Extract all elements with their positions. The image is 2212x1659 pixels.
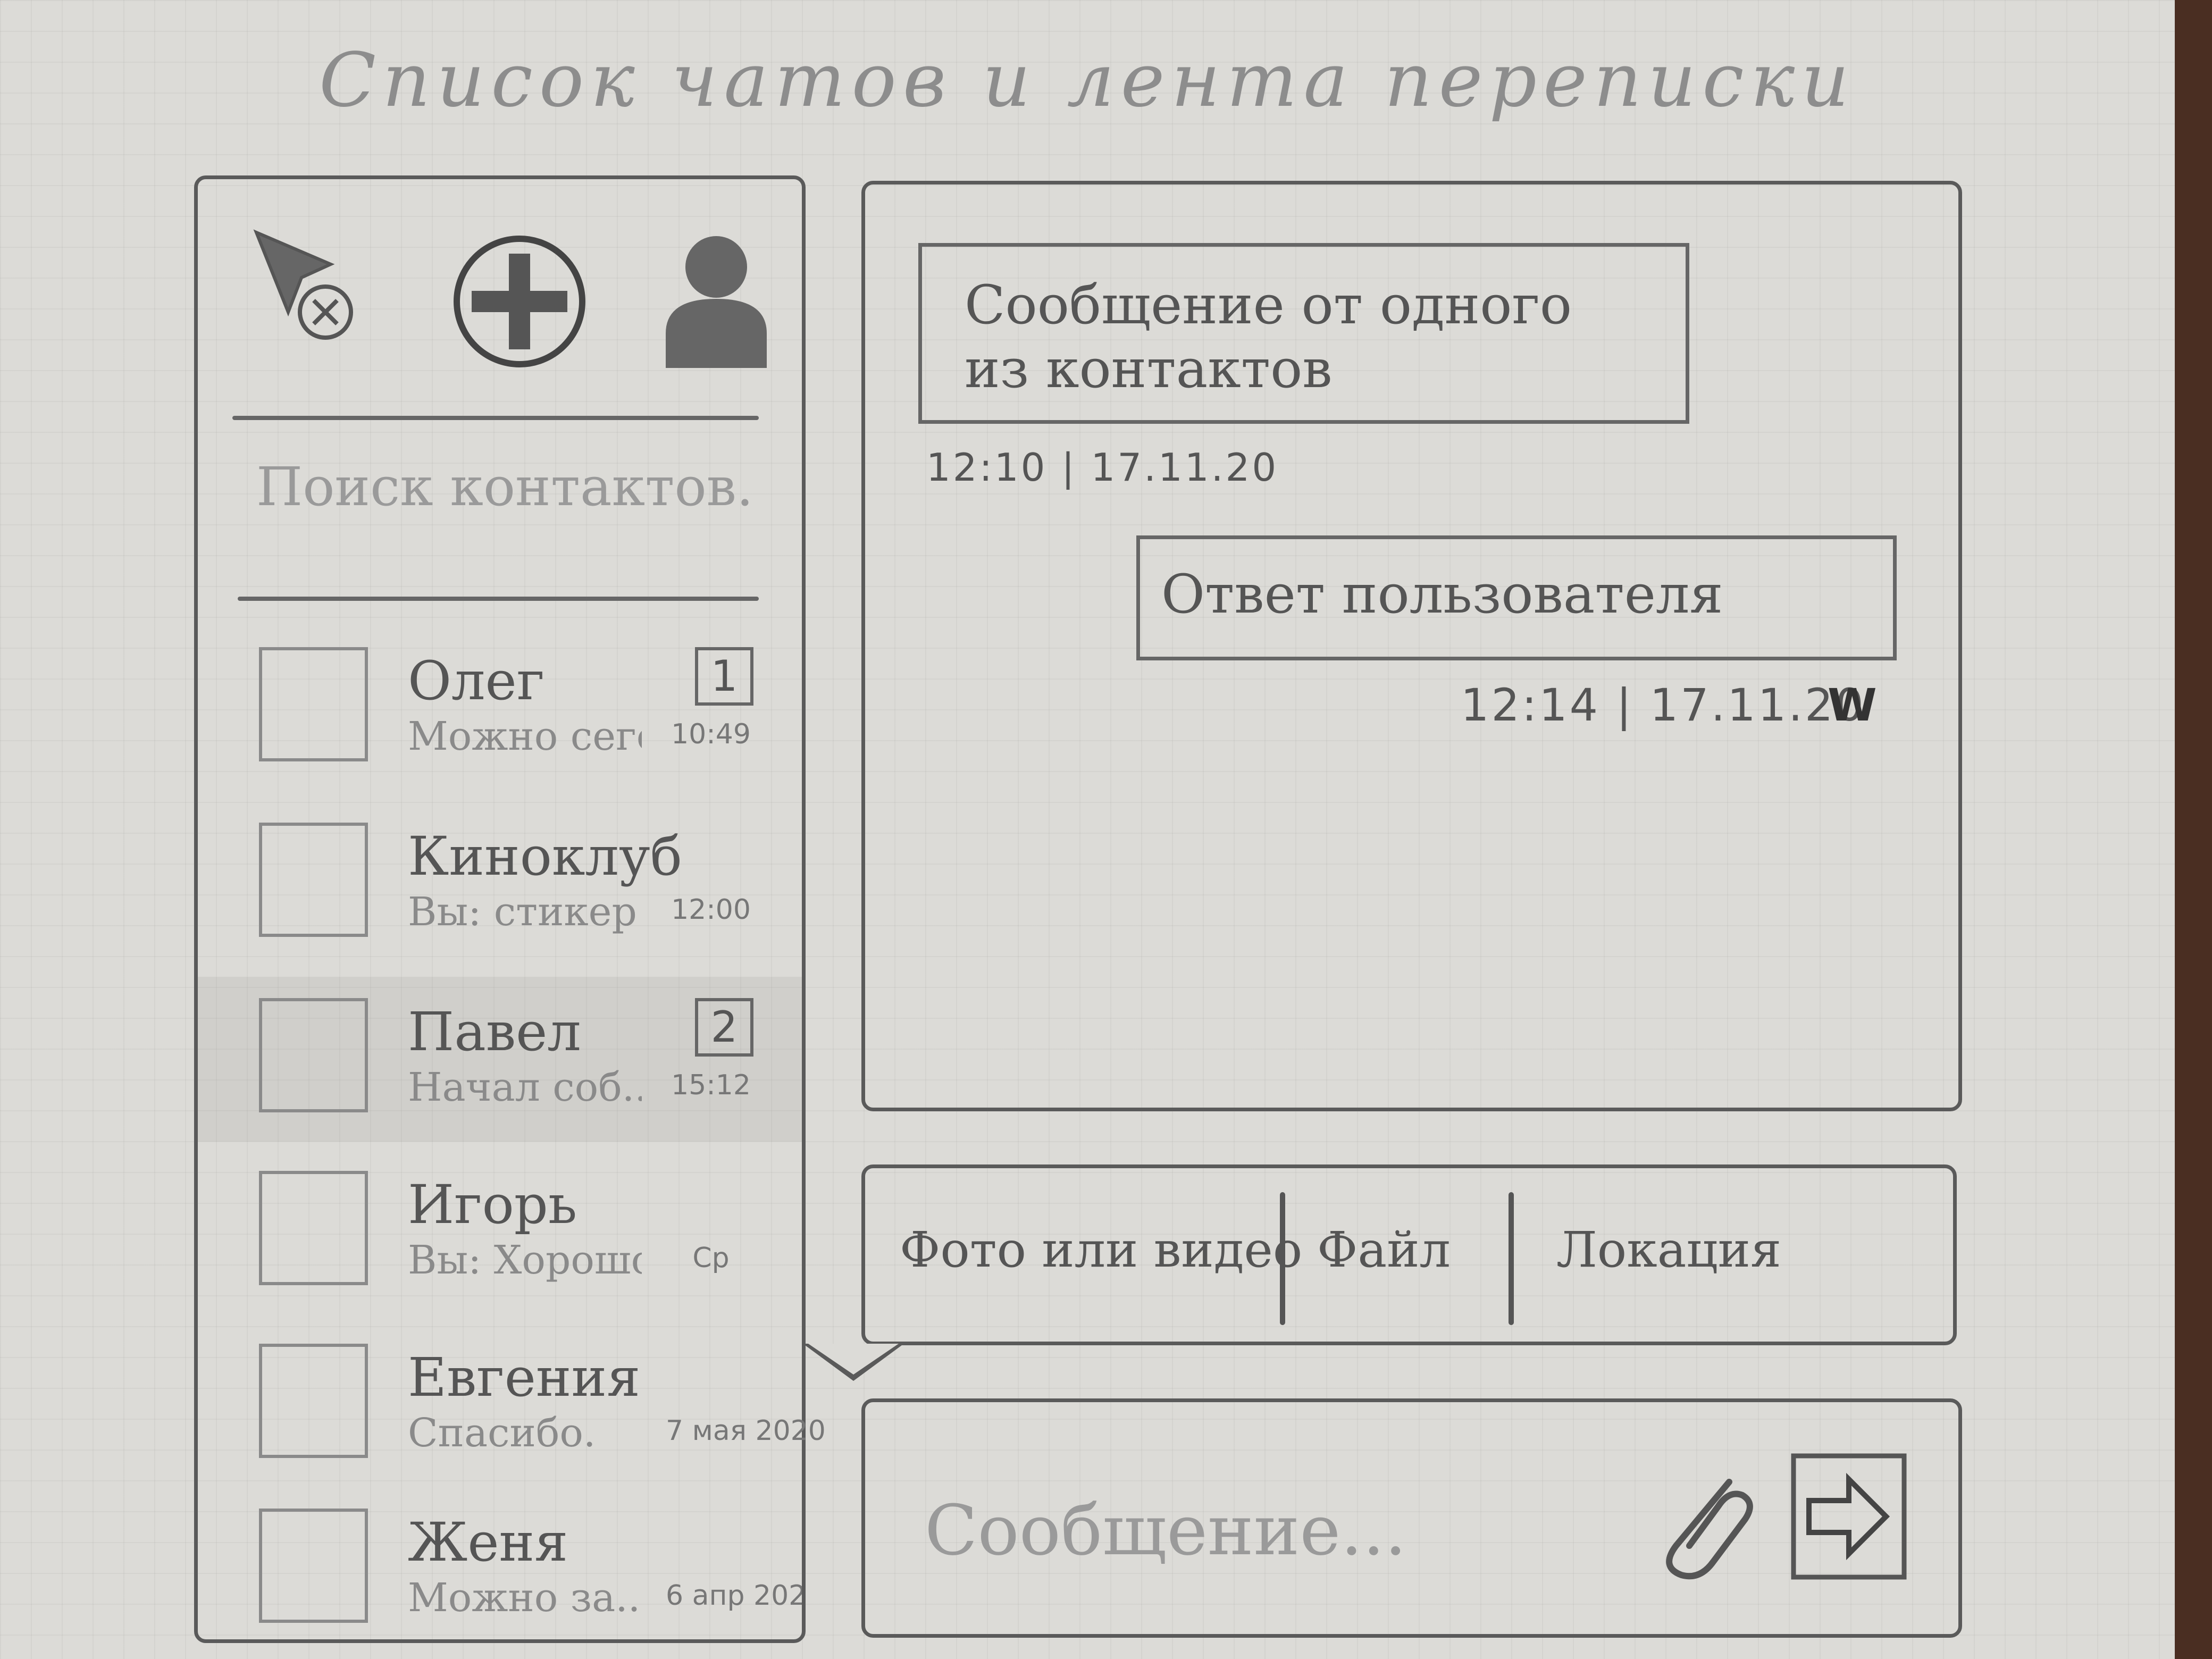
contact-preview: Вы: Хорошо — [408, 1237, 642, 1283]
contact-name: Игорь — [408, 1174, 577, 1236]
search-divider — [238, 597, 759, 601]
message-feed: Сообщение от одного из контактов 12:10 |… — [861, 181, 1962, 1111]
avatar — [259, 1171, 368, 1285]
message-composer — [861, 1398, 1962, 1638]
read-status-icon: W — [1828, 679, 1877, 731]
attach-menu: Фото или видео Файл Локация — [861, 1164, 1957, 1345]
contact-item-oleg[interactable]: Олег Можно сего... 1 10:49 — [198, 626, 802, 791]
attach-file-option[interactable]: Файл — [1317, 1221, 1451, 1296]
paperclip-icon[interactable] — [1649, 1461, 1756, 1588]
table-edge — [2175, 0, 2212, 1659]
avatar — [259, 1509, 368, 1623]
avatar — [259, 1344, 368, 1458]
contact-time: 12:00 — [671, 894, 751, 926]
contact-item-evgenia[interactable]: Евгения Спасибо. 7 мая 2020 — [198, 1322, 826, 1487]
outgoing-timestamp: 12:14 | 17.11.20 — [1461, 679, 1866, 731]
incoming-time: 12:10 — [926, 445, 1048, 490]
header-divider — [232, 416, 759, 420]
contact-time: 10:49 — [671, 718, 751, 750]
outgoing-time: 12:14 — [1461, 679, 1601, 731]
menu-separator — [1280, 1192, 1285, 1325]
chat-list-panel: Поиск контактов... Олег Можно сего... 1 … — [194, 175, 826, 1643]
contact-name: Женя — [408, 1511, 568, 1573]
timestamp-separator: | — [1061, 445, 1091, 490]
contact-search-input[interactable]: Поиск контактов... — [256, 456, 751, 541]
contact-item-zhenya[interactable]: Женя Можно за... 6 апр 2020 — [198, 1487, 802, 1641]
send-button[interactable] — [1790, 1453, 1907, 1580]
incoming-timestamp: 12:10 | 17.11.20 — [926, 445, 1278, 490]
avatar — [259, 823, 368, 937]
menu-separator — [1509, 1192, 1514, 1325]
contact-name: Павел — [408, 1001, 581, 1063]
outgoing-message[interactable]: Ответ пользователя — [1136, 535, 1897, 660]
contact-item-pavel[interactable]: Павел Начал соб... 2 15:12 — [198, 977, 802, 1142]
contact-time: 7 мая 2020 — [666, 1415, 826, 1447]
avatar — [259, 647, 368, 761]
avatar — [259, 998, 368, 1112]
unread-badge: 1 — [695, 647, 753, 706]
contact-preview: Вы: стикер — [408, 889, 637, 935]
contact-preview: Спасибо. — [408, 1410, 596, 1456]
contact-time: Ср — [692, 1242, 730, 1274]
add-chat-icon[interactable] — [450, 232, 589, 371]
attach-location-option[interactable]: Локация — [1556, 1221, 1781, 1296]
attach-photo-video-option[interactable]: Фото или видео — [900, 1221, 1302, 1296]
contact-name: Евгения — [408, 1346, 641, 1409]
message-input[interactable] — [924, 1482, 1617, 1579]
menu-pointer-fill — [808, 1344, 899, 1375]
unread-badge: 2 — [695, 998, 753, 1057]
contact-name: Киноклуб — [408, 825, 682, 887]
contact-preview: Начал соб... — [408, 1065, 642, 1110]
timestamp-separator: | — [1616, 679, 1634, 731]
contact-preview: Можно за... — [408, 1575, 642, 1621]
incoming-message[interactable]: Сообщение от одного из контактов — [918, 243, 1689, 424]
contact-preview: Можно сего... — [408, 714, 642, 759]
incoming-date: 17.11.20 — [1091, 445, 1279, 490]
contact-item-kinoklub[interactable]: Киноклуб Вы: стикер 12:00 — [198, 801, 802, 966]
page-title: Список чатов и лента переписки — [319, 37, 1856, 124]
contact-name: Олег — [408, 650, 545, 712]
contact-time: 6 апр 2020 — [666, 1580, 802, 1612]
profile-icon[interactable] — [655, 232, 777, 371]
contact-time: 15:12 — [671, 1069, 751, 1101]
contact-item-igor[interactable]: Игорь Вы: Хорошо Ср — [198, 1150, 802, 1314]
cursor-cancel-icon[interactable] — [251, 227, 357, 344]
